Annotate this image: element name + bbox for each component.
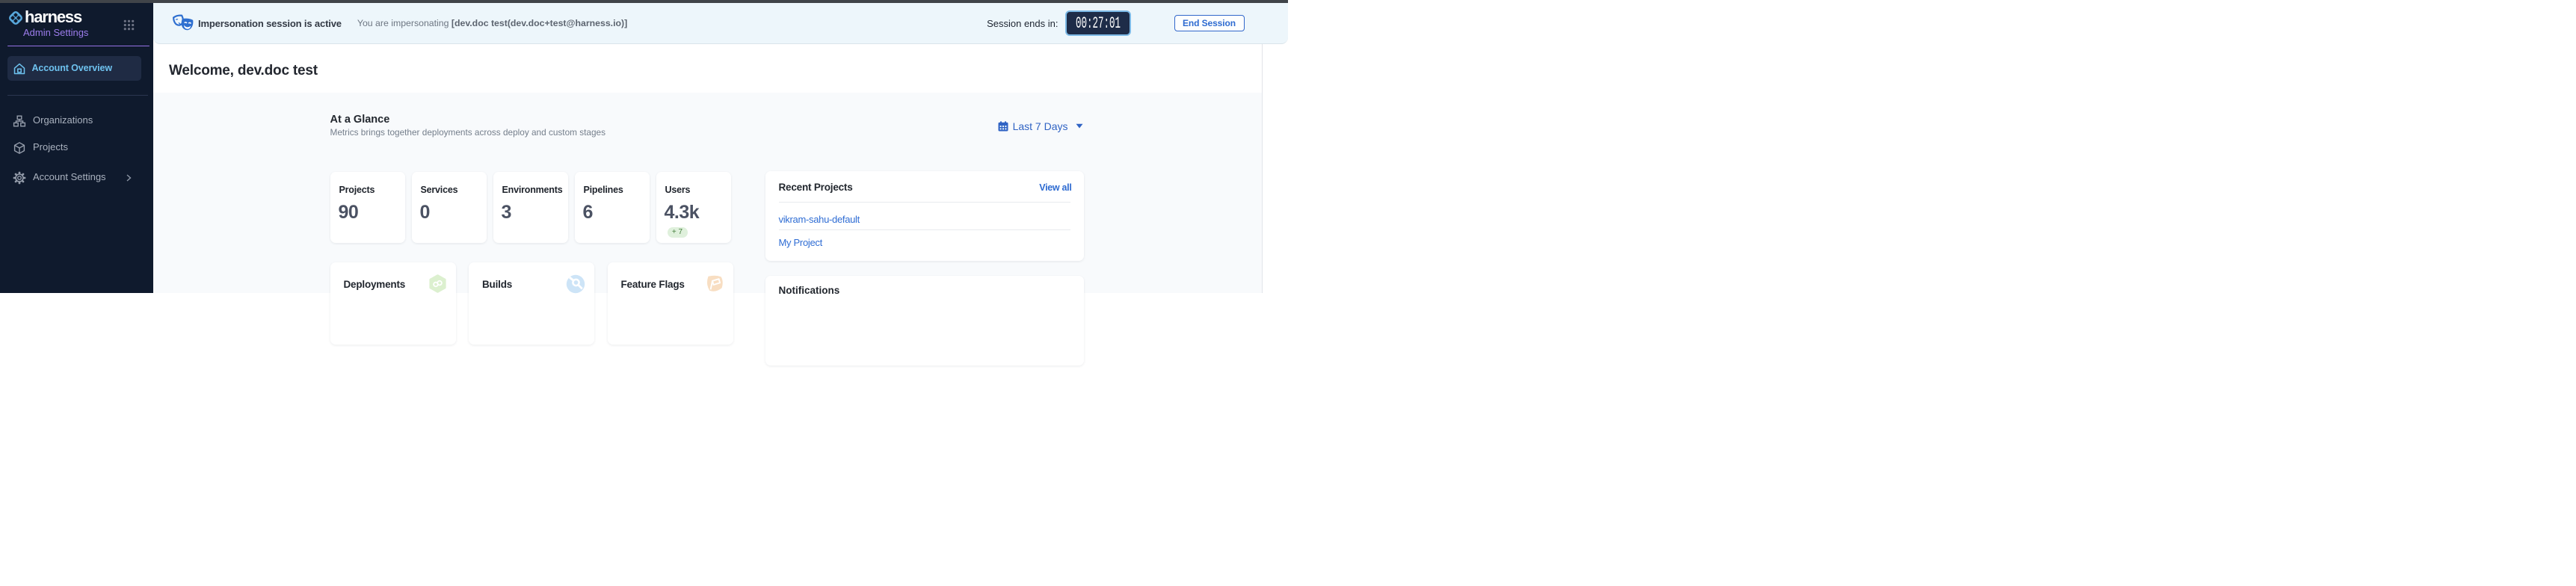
svg-text:00:27:01: 00:27:01 [1076, 15, 1121, 31]
